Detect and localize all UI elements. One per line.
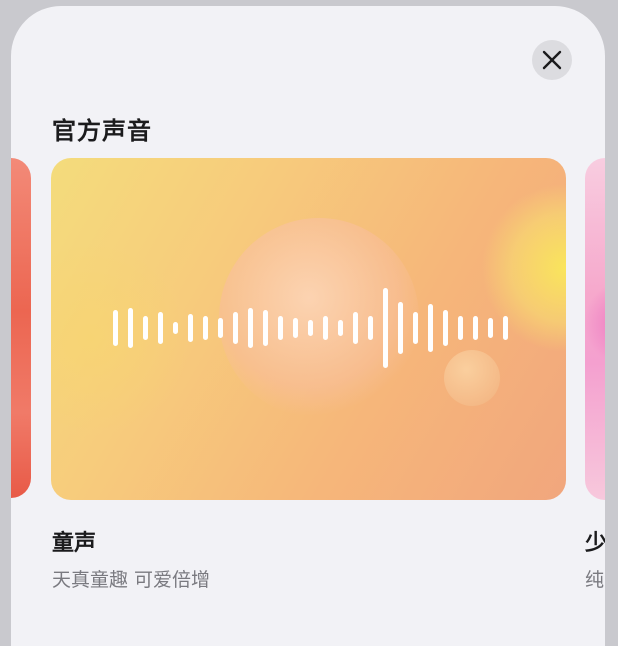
audio-waveform-icon	[113, 288, 508, 368]
voice-card-next[interactable]	[585, 158, 605, 500]
close-icon	[542, 50, 562, 70]
close-button[interactable]	[532, 40, 572, 80]
voice-description: 天真童趣 可爱倍增	[52, 569, 211, 591]
section-title: 官方声音	[52, 117, 152, 145]
voice-name-next: 少	[585, 531, 605, 556]
voice-picker-sheet: 官方声音 童声 天真童趣 可爱倍增 少 纯	[11, 6, 605, 646]
voice-card-child[interactable]	[51, 158, 566, 500]
voice-card-previous[interactable]	[11, 158, 31, 498]
voice-description-next: 纯	[585, 569, 605, 591]
card-decoration	[585, 278, 605, 368]
voice-name: 童声	[52, 531, 97, 556]
